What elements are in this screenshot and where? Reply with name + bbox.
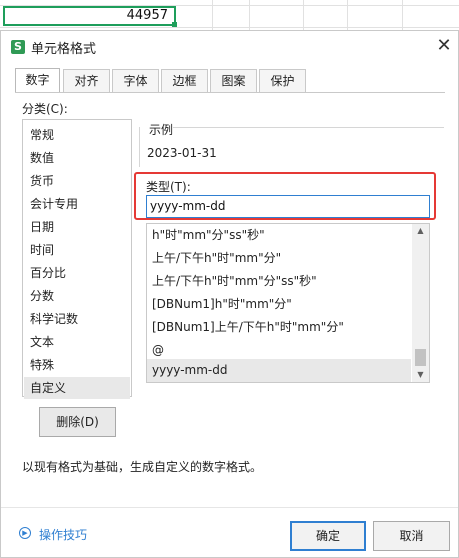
- sample-label: 示例: [149, 123, 174, 137]
- format-cells-dialog: S 单元格格式 ✕ 数字 对齐 字体 边框 图案 保护 分类(C): 常规 数值…: [0, 30, 459, 558]
- scroll-up-icon[interactable]: ▲: [412, 224, 429, 238]
- scroll-down-icon[interactable]: ▼: [412, 368, 429, 382]
- category-item[interactable]: 文本: [24, 331, 130, 353]
- format-item[interactable]: 上午/下午h"时"mm"分"ss"秒": [147, 270, 411, 293]
- sample-value: 2023-01-31: [147, 146, 217, 160]
- category-item[interactable]: 科学记数: [24, 308, 130, 330]
- grid-line: [347, 0, 348, 30]
- divider: [1, 507, 458, 508]
- format-list[interactable]: h"时"mm"分"ss"秒" 上午/下午h"时"mm"分" 上午/下午h"时"m…: [146, 223, 430, 383]
- format-item[interactable]: [DBNum1]h"时"mm"分": [147, 293, 411, 316]
- grid-line: [212, 0, 213, 30]
- category-item[interactable]: 货币: [24, 170, 130, 192]
- tab-protection[interactable]: 保护: [259, 69, 306, 92]
- fill-handle[interactable]: [172, 22, 177, 27]
- category-item[interactable]: 特殊: [24, 354, 130, 376]
- wps-sheet-icon: S: [11, 40, 25, 54]
- grid-line: [303, 0, 304, 30]
- format-item[interactable]: h"时"mm"分"ss"秒": [147, 224, 411, 247]
- description-text: 以现有格式为基础，生成自定义的数字格式。: [22, 460, 263, 474]
- tab-border[interactable]: 边框: [161, 69, 208, 92]
- play-circle-icon: ▶: [19, 527, 31, 539]
- grid-line: [0, 27, 459, 28]
- category-item[interactable]: 常规: [24, 124, 130, 146]
- close-icon[interactable]: ✕: [433, 35, 455, 57]
- category-item[interactable]: 日期: [24, 216, 130, 238]
- category-item[interactable]: 百分比: [24, 262, 130, 284]
- cancel-button[interactable]: 取消: [373, 521, 450, 551]
- type-input[interactable]: yyyy-mm-dd: [146, 195, 430, 218]
- group-border: [139, 127, 140, 167]
- dialog-title: 单元格格式: [31, 42, 97, 57]
- grid-line: [249, 0, 250, 30]
- category-item[interactable]: 会计专用: [24, 193, 130, 215]
- category-label: 分类(C):: [22, 102, 68, 116]
- tab-number[interactable]: 数字: [15, 68, 60, 93]
- tips-link[interactable]: 操作技巧: [39, 526, 87, 543]
- category-item[interactable]: 数值: [24, 147, 130, 169]
- tab-panel-border: [15, 92, 445, 93]
- category-item[interactable]: 分数: [24, 285, 130, 307]
- tab-font[interactable]: 字体: [112, 69, 159, 92]
- grid-line: [402, 0, 403, 30]
- sample-group: 示例 2023-01-31: [139, 119, 444, 167]
- delete-button[interactable]: 删除(D): [39, 407, 116, 437]
- scroll-thumb[interactable]: [415, 349, 426, 366]
- title-bar: S 单元格格式 ✕: [1, 31, 458, 61]
- tab-pattern[interactable]: 图案: [210, 69, 257, 92]
- format-item[interactable]: [DBNum1]上午/下午h"时"mm"分": [147, 316, 411, 339]
- group-border: [173, 127, 444, 128]
- category-item[interactable]: 时间: [24, 239, 130, 261]
- type-label: 类型(T):: [146, 180, 191, 194]
- tab-alignment[interactable]: 对齐: [63, 69, 110, 92]
- category-item-selected[interactable]: 自定义: [24, 377, 130, 399]
- format-item[interactable]: 上午/下午h"时"mm"分": [147, 247, 411, 270]
- ok-button[interactable]: 确定: [290, 521, 366, 551]
- active-cell[interactable]: 44957: [3, 6, 176, 26]
- format-item-selected[interactable]: yyyy-mm-dd: [147, 359, 411, 382]
- category-list[interactable]: 常规 数值 货币 会计专用 日期 时间 百分比 分数 科学记数 文本 特殊 自定…: [22, 119, 132, 399]
- format-list-scrollbar[interactable]: ▲ ▼: [412, 224, 429, 382]
